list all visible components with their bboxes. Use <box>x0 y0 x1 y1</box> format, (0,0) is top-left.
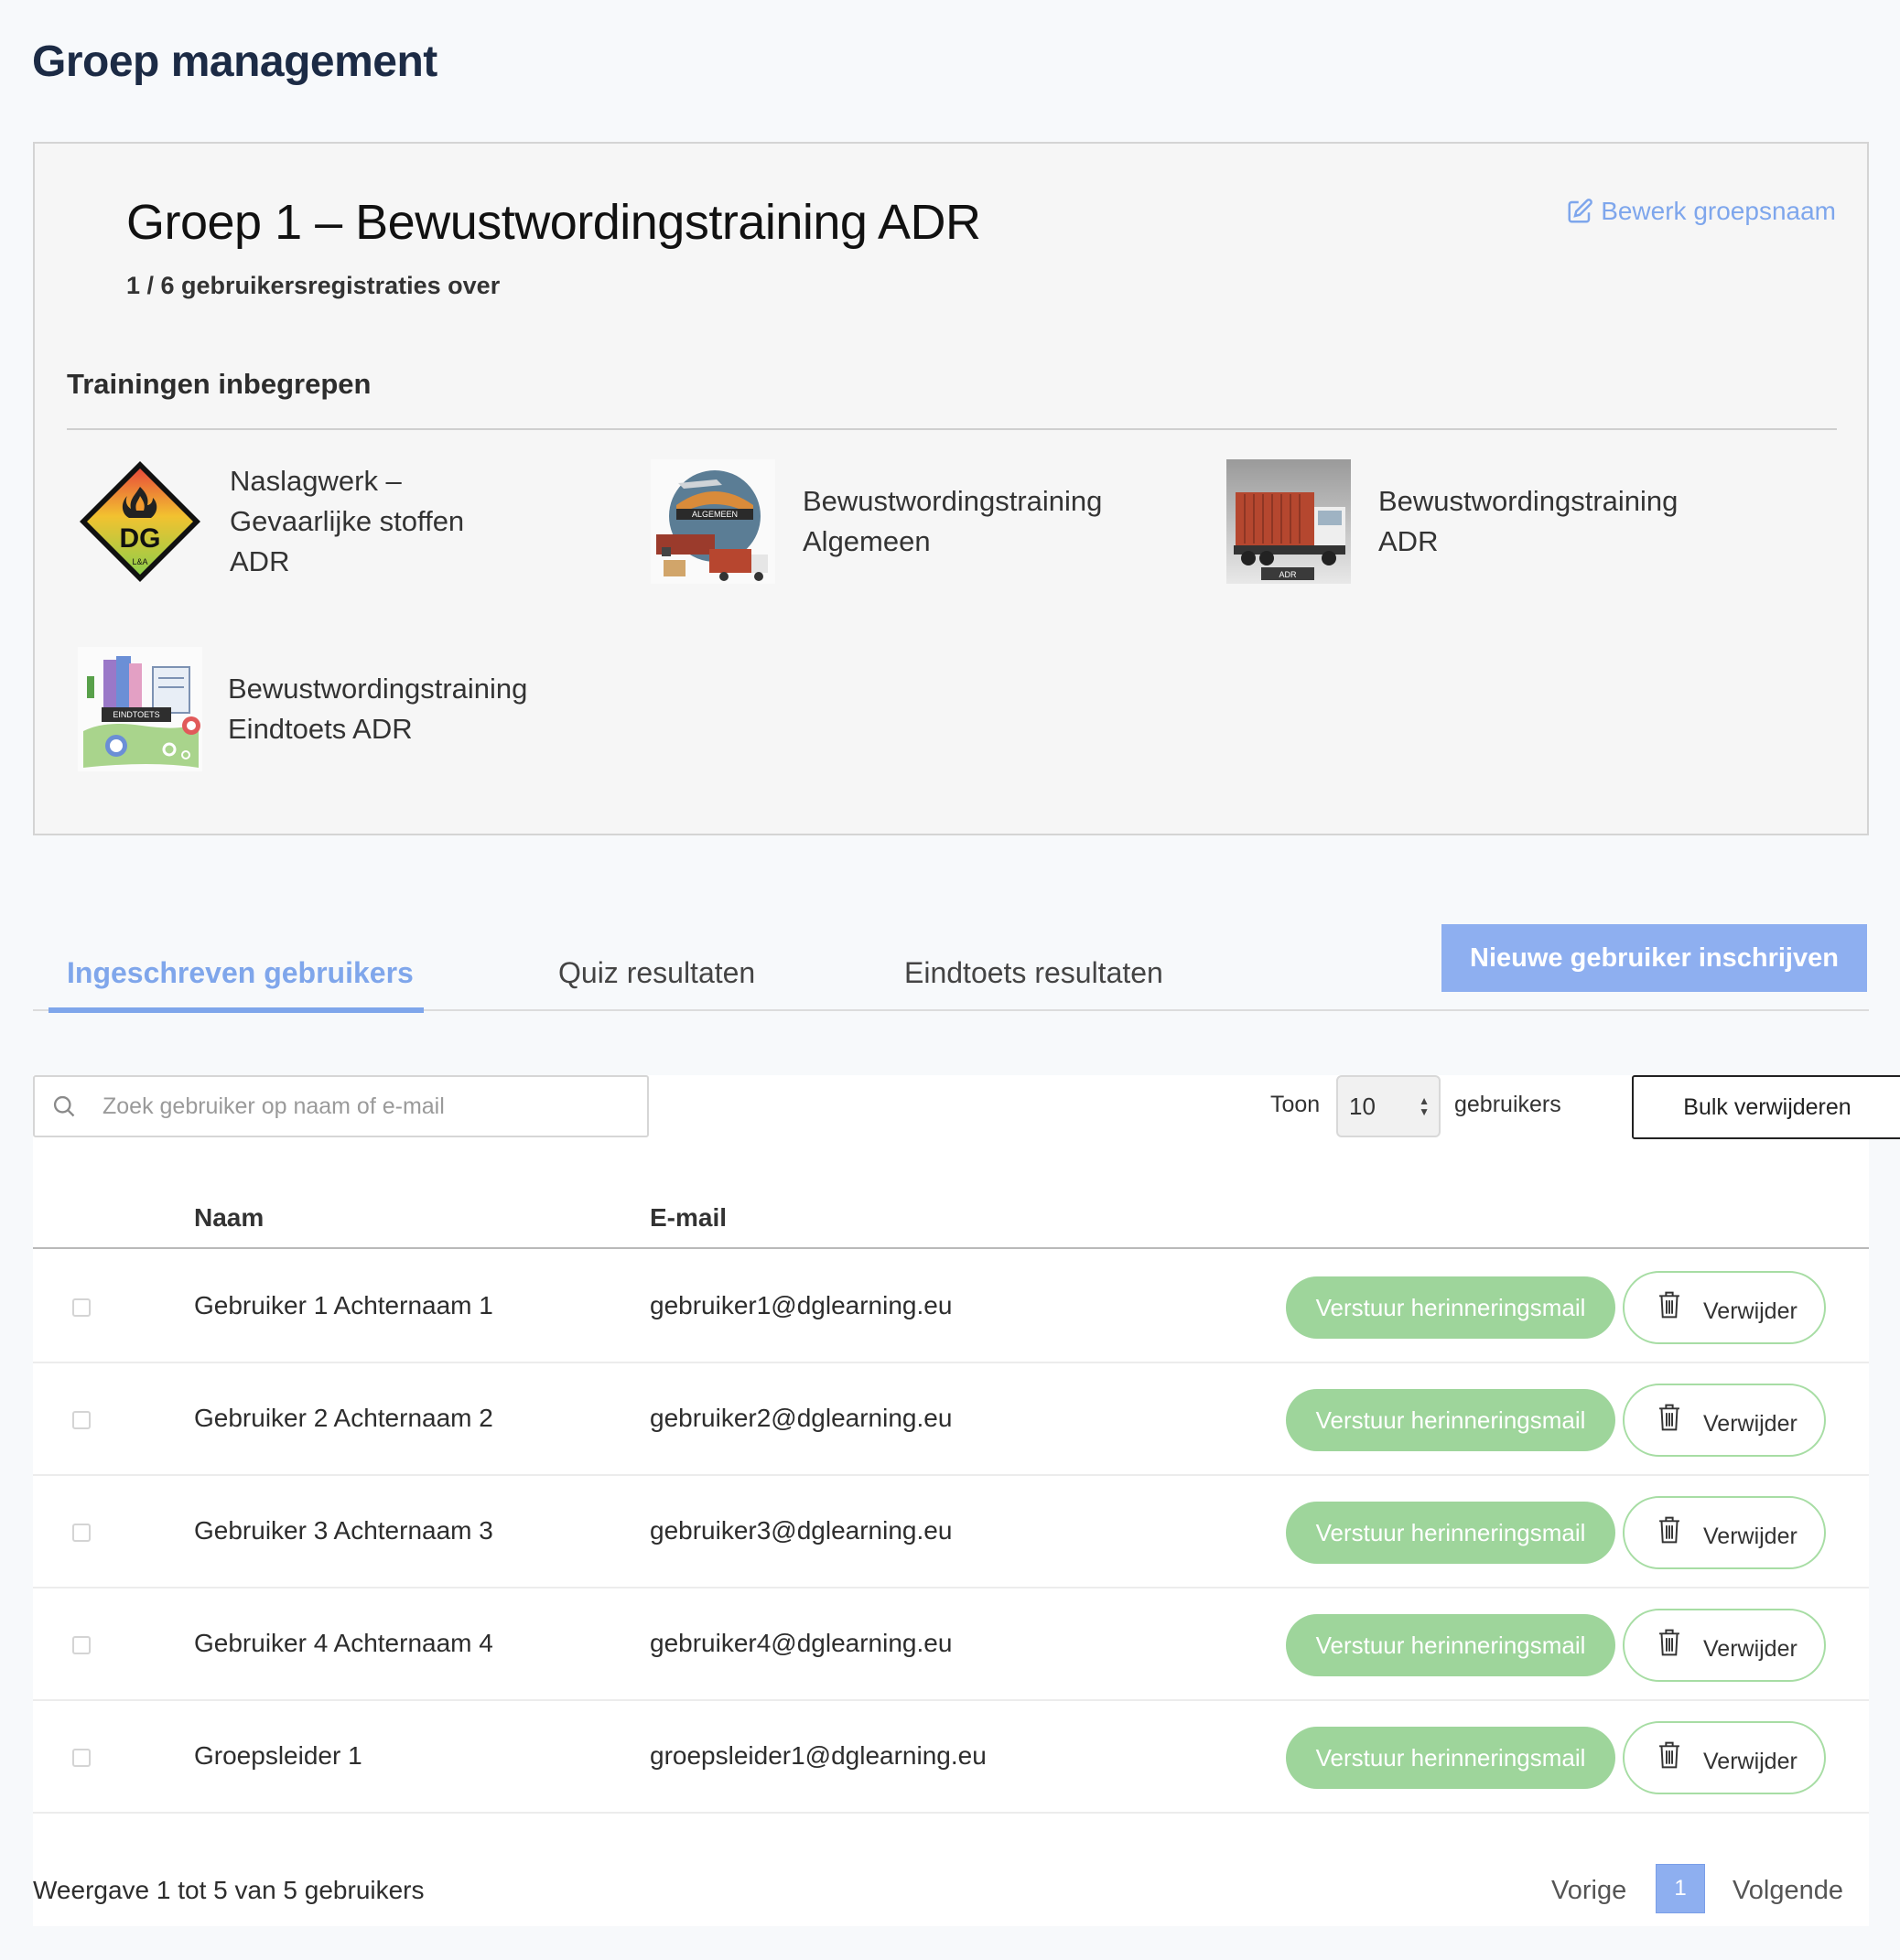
search-box[interactable] <box>33 1075 649 1137</box>
active-tab-indicator <box>49 1007 424 1013</box>
pagination-page-current[interactable]: 1 <box>1656 1864 1705 1913</box>
training-item[interactable]: DG L&A Naslagwerk – Gevaarlijke stoffen … <box>78 459 464 584</box>
group-card: Groep 1 – Bewustwordingstraining ADR 1 /… <box>33 142 1869 835</box>
users-table-card: Toon 10 ▲▼ gebruikers Bulk verwijderen N… <box>33 1075 1900 1926</box>
search-icon <box>53 1095 75 1117</box>
page-size-select[interactable]: 10 ▲ ▼ <box>1336 1075 1441 1137</box>
new-user-button[interactable]: Nieuwe gebruiker inschrijven <box>1441 924 1867 992</box>
tab-quiz-resultaten[interactable]: Quiz resultaten <box>558 956 755 990</box>
algemeen-globe-transport-icon: ALGEMEEN <box>651 459 775 584</box>
training-title-line: ADR <box>1378 525 1439 557</box>
training-title-line: Bewustwordingstraining <box>803 485 1103 517</box>
search-input[interactable] <box>103 1093 615 1120</box>
delete-label: Verwijder <box>1703 1298 1797 1324</box>
hazard-logo-subtext: L&A <box>132 557 147 566</box>
training-item[interactable]: ADR Bewustwordingstraining ADR <box>1226 459 1678 584</box>
registrations-remaining: 1 / 6 gebruikersregistraties over <box>126 272 501 299</box>
column-header-name[interactable]: Naam <box>194 1203 264 1233</box>
divider <box>67 428 1837 430</box>
trash-icon <box>1659 1741 1679 1769</box>
edit-icon <box>1568 199 1593 223</box>
row-checkbox[interactable] <box>72 1411 91 1429</box>
delete-label: Verwijder <box>1703 1410 1797 1437</box>
row-checkbox[interactable] <box>72 1636 91 1654</box>
select-arrows-icon: ▲ ▼ <box>1419 1094 1430 1118</box>
training-title: Bewustwordingstraining Algemeen <box>803 481 1102 562</box>
training-title-line: Bewustwordingstraining <box>228 673 528 705</box>
user-email: gebruiker1@dglearning.eu <box>650 1291 953 1319</box>
table-row: Gebruiker 4 Achternaam 4 gebruiker4@dgle… <box>33 1588 1869 1701</box>
training-title: Bewustwordingstraining ADR <box>1378 481 1678 562</box>
user-name: Gebruiker 2 Achternaam 2 <box>194 1404 493 1432</box>
user-name: Gebruiker 1 Achternaam 1 <box>194 1291 493 1319</box>
delete-label: Verwijder <box>1703 1635 1797 1662</box>
eindtoets-illustration-icon: EINDTOETS <box>78 647 202 771</box>
table-row: Gebruiker 2 Achternaam 2 gebruiker2@dgle… <box>33 1363 1869 1476</box>
eindtoets-badge: EINDTOETS <box>113 710 159 719</box>
training-title-line: Eindtoets ADR <box>228 713 413 745</box>
send-reminder-button[interactable]: Verstuur herinneringsmail <box>1286 1276 1615 1339</box>
delete-user-button[interactable]: Verwijder <box>1623 1271 1826 1344</box>
table-row: Gebruiker 3 Achternaam 3 gebruiker3@dgle… <box>33 1476 1869 1588</box>
training-title-line: ADR <box>230 545 290 577</box>
group-name: Groep 1 – Bewustwordingstraining ADR <box>126 195 981 250</box>
row-checkbox[interactable] <box>72 1524 91 1542</box>
training-title-line: Naslagwerk – <box>230 465 402 497</box>
users-label: gebruikers <box>1454 1092 1561 1117</box>
page-size-value: 10 <box>1349 1092 1376 1120</box>
edit-group-name-link[interactable]: Bewerk groepsnaam <box>1566 197 1836 226</box>
edit-group-name-label: Bewerk groepsnaam <box>1601 197 1836 225</box>
send-reminder-button[interactable]: Verstuur herinneringsmail <box>1286 1614 1615 1676</box>
tab-eindtoets-resultaten[interactable]: Eindtoets resultaten <box>904 956 1163 990</box>
trash-icon <box>1659 1516 1679 1544</box>
row-checkbox[interactable] <box>72 1749 91 1767</box>
delete-user-button[interactable]: Verwijder <box>1623 1721 1826 1794</box>
table-row: Gebruiker 1 Achternaam 1 gebruiker1@dgle… <box>33 1251 1869 1363</box>
pagination-info: Weergave 1 tot 5 van 5 gebruikers <box>33 1876 425 1904</box>
training-title-line: Gevaarlijke stoffen <box>230 505 465 537</box>
training-item[interactable]: ALGEMEEN Bewustwordingstraining Algemeen <box>651 459 1102 584</box>
table-header: Naam E-mail <box>33 1176 1869 1249</box>
column-header-email[interactable]: E-mail <box>650 1203 727 1233</box>
adr-badge: ADR <box>1279 570 1297 579</box>
pagination-next[interactable]: Volgende <box>1733 1876 1843 1906</box>
hazard-dg-logo-icon: DG L&A <box>78 459 202 584</box>
delete-label: Verwijder <box>1703 1748 1797 1774</box>
trainings-heading: Trainingen inbegrepen <box>67 368 372 400</box>
trash-icon <box>1659 1404 1679 1431</box>
algemeen-badge: ALGEMEEN <box>692 510 738 519</box>
training-title: Bewustwordingstraining Eindtoets ADR <box>228 669 527 749</box>
user-email: gebruiker2@dglearning.eu <box>650 1404 953 1432</box>
training-title-line: Bewustwordingstraining <box>1378 485 1679 517</box>
training-title: Naslagwerk – Gevaarlijke stoffen ADR <box>230 461 464 582</box>
send-reminder-button[interactable]: Verstuur herinneringsmail <box>1286 1727 1615 1789</box>
table-row: Groepsleider 1 groepsleider1@dglearning.… <box>33 1701 1869 1814</box>
tab-ingeschreven-gebruikers[interactable]: Ingeschreven gebruikers <box>67 956 414 990</box>
delete-user-button[interactable]: Verwijder <box>1623 1609 1826 1682</box>
bulk-delete-button[interactable]: Bulk verwijderen <box>1632 1075 1900 1139</box>
training-title-line: Algemeen <box>803 525 931 557</box>
page-title: Groep management <box>32 38 437 86</box>
send-reminder-button[interactable]: Verstuur herinneringsmail <box>1286 1502 1615 1564</box>
send-reminder-button[interactable]: Verstuur herinneringsmail <box>1286 1389 1615 1451</box>
user-name: Gebruiker 3 Achternaam 3 <box>194 1516 493 1545</box>
delete-user-button[interactable]: Verwijder <box>1623 1496 1826 1569</box>
user-name: Gebruiker 4 Achternaam 4 <box>194 1629 493 1657</box>
user-email: groepsleider1@dglearning.eu <box>650 1741 987 1770</box>
delete-label: Verwijder <box>1703 1523 1797 1549</box>
hazard-dg-logo-text: DG <box>120 523 161 554</box>
trash-icon <box>1659 1629 1679 1656</box>
pagination-previous[interactable]: Vorige <box>1551 1876 1626 1906</box>
show-label: Toon <box>1270 1092 1321 1117</box>
training-item[interactable]: EINDTOETS Bewustwordingstraining Eindtoe… <box>78 647 527 771</box>
row-checkbox[interactable] <box>72 1298 91 1317</box>
container-truck-icon: ADR <box>1226 459 1351 584</box>
trash-icon <box>1659 1291 1679 1319</box>
user-name: Groepsleider 1 <box>194 1741 362 1770</box>
user-email: gebruiker3@dglearning.eu <box>650 1516 953 1545</box>
user-email: gebruiker4@dglearning.eu <box>650 1629 953 1657</box>
delete-user-button[interactable]: Verwijder <box>1623 1384 1826 1457</box>
